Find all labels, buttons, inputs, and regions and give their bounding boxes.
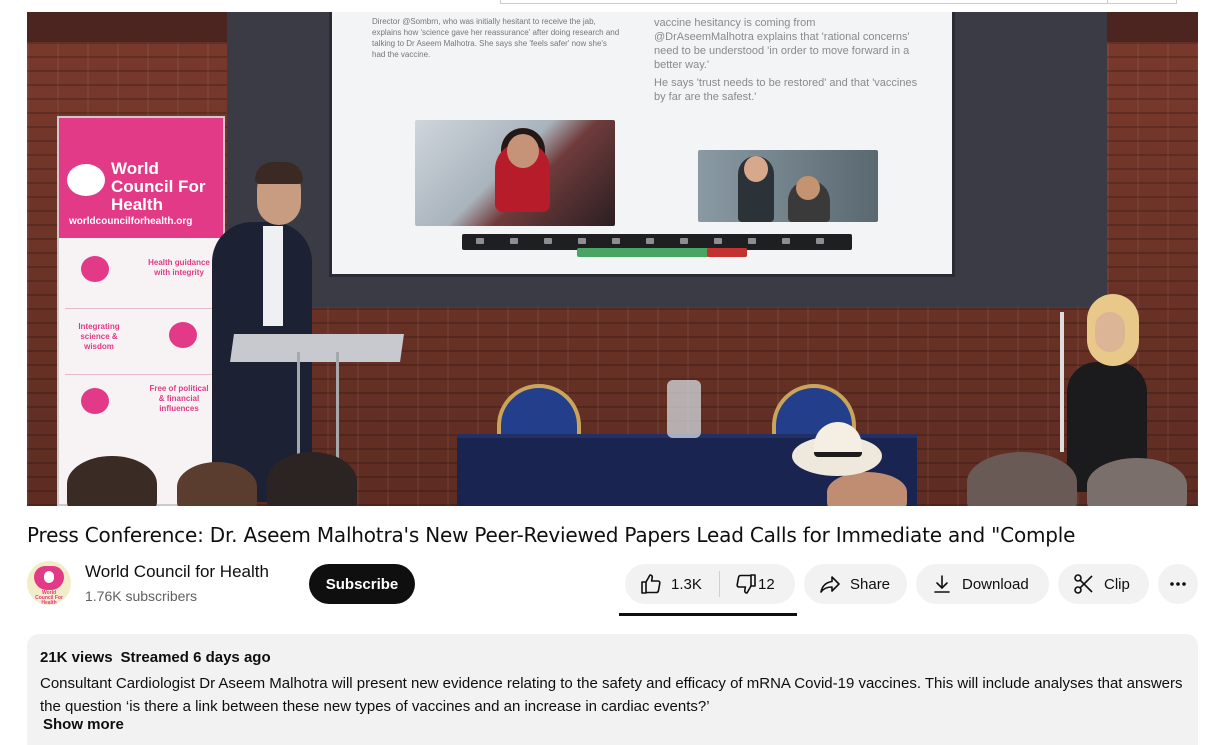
slide-right-text-2: @DrAseemMalhotra explains that 'rational… <box>654 31 910 71</box>
more-actions-button[interactable] <box>1158 564 1198 604</box>
description-text: Consultant Cardiologist Dr Aseem Malhotr… <box>40 675 1183 715</box>
banner-cell-2: Integrating science & wisdom <box>78 322 120 351</box>
water-jug <box>667 380 701 438</box>
video-player[interactable]: Director @Sombrn, who was initially hesi… <box>27 12 1198 506</box>
more-horizontal-icon <box>1170 582 1186 586</box>
masthead-edge <box>0 0 1209 12</box>
subscriber-count: 1.76K subscribers <box>85 588 198 604</box>
hover-underline <box>619 613 797 616</box>
search-box-edge[interactable] <box>500 0 1177 4</box>
share-button[interactable]: Share <box>804 564 907 604</box>
video-stats: 21K views Streamed 6 days ago <box>40 649 279 666</box>
panelist-face <box>1095 312 1125 352</box>
projected-slide: Director @Sombrn, who was initially hesi… <box>332 12 952 274</box>
subscribe-button[interactable]: Subscribe <box>309 564 415 604</box>
description-box[interactable]: 21K views Streamed 6 days ago Consultant … <box>27 634 1198 745</box>
banner-org-name: World Council For Health <box>111 159 206 214</box>
share-label: Share <box>850 575 891 593</box>
channel-name[interactable]: World Council for Health <box>85 562 269 582</box>
show-more-button[interactable]: Show more <box>43 716 124 733</box>
heart-logo-icon <box>169 322 197 348</box>
download-button[interactable]: Download <box>916 564 1049 604</box>
slide-video-thumbnail-2 <box>698 150 878 222</box>
slide-right-text-1: vaccine hesitancy is coming from <box>654 17 816 29</box>
channel-avatar[interactable]: World Council For Health <box>27 561 71 605</box>
scissors-icon <box>1074 574 1093 594</box>
speaker-shirt <box>263 226 283 326</box>
stream-date: Streamed 6 days ago <box>120 649 271 666</box>
speaker-hair <box>255 162 303 184</box>
banner-cell-3: Free of political & financial influences <box>149 384 209 413</box>
banner-url: worldcouncilforhealth.org <box>69 216 193 227</box>
audience <box>27 442 1198 506</box>
download-icon <box>934 575 950 593</box>
download-label: Download <box>962 575 1029 593</box>
like-button[interactable]: 1.3K <box>625 564 719 604</box>
heart-logo-icon <box>67 164 105 196</box>
clip-button[interactable]: Clip <box>1058 564 1149 604</box>
thumbs-up-icon <box>641 574 661 594</box>
clip-label: Clip <box>1104 575 1130 593</box>
stand-pole <box>1060 312 1064 452</box>
zoom-recording-bar <box>577 248 747 257</box>
heart-logo-icon <box>81 256 109 282</box>
audience-hat <box>792 422 882 476</box>
like-dislike-group: 1.3K 12 <box>625 564 795 604</box>
view-count: 21K views <box>40 649 113 666</box>
heart-logo-icon <box>81 388 109 414</box>
dislike-button[interactable]: 12 <box>720 564 775 604</box>
banner-cell-1: Health guidance with integrity <box>148 258 210 277</box>
thumbs-down-icon <box>736 574 756 594</box>
slide-video-thumbnail-1 <box>415 120 615 226</box>
video-title: Press Conference: Dr. Aseem Malhotra's N… <box>27 523 1076 547</box>
dislike-count: 12 <box>758 575 775 593</box>
avatar-text: World Council For Health <box>35 590 63 606</box>
slide-right-text-3: He says 'trust needs to be restored' and… <box>654 77 918 103</box>
like-count: 1.3K <box>671 575 702 593</box>
share-icon <box>820 576 840 593</box>
